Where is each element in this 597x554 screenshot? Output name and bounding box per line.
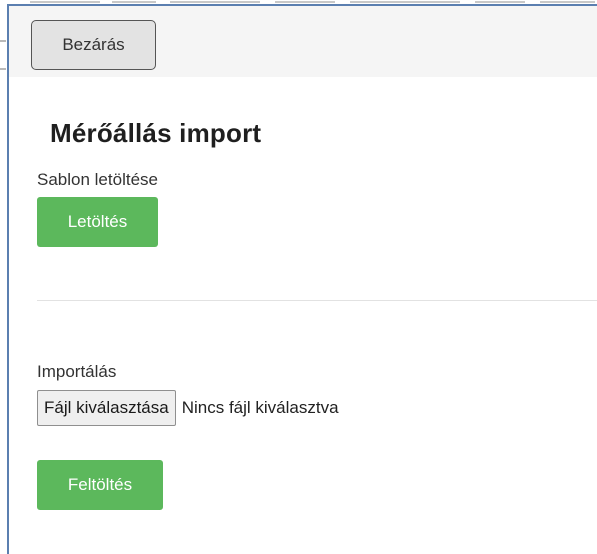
- import-dialog: Bezárás Mérőállás import Sablon letöltés…: [7, 4, 597, 554]
- import-label: Importálás: [37, 362, 117, 381]
- close-button[interactable]: Bezárás: [31, 20, 156, 70]
- dialog-title: Mérőállás import: [50, 118, 262, 148]
- page: Bezárás Mérőállás import Sablon letöltés…: [0, 0, 597, 554]
- section-divider: [37, 300, 597, 301]
- download-button[interactable]: Letöltés: [37, 197, 158, 247]
- file-input: Fájl kiválasztása Nincs fájl kiválasztva: [37, 390, 339, 426]
- background-page-fragment: [0, 40, 6, 42]
- background-page-fragment: [0, 68, 6, 70]
- upload-button[interactable]: Feltöltés: [37, 460, 163, 510]
- file-status-text: Nincs fájl kiválasztva: [181, 398, 339, 417]
- choose-file-button[interactable]: Fájl kiválasztása: [37, 390, 176, 426]
- dialog-header: Bezárás: [9, 6, 597, 77]
- template-download-label: Sablon letöltése: [37, 170, 158, 189]
